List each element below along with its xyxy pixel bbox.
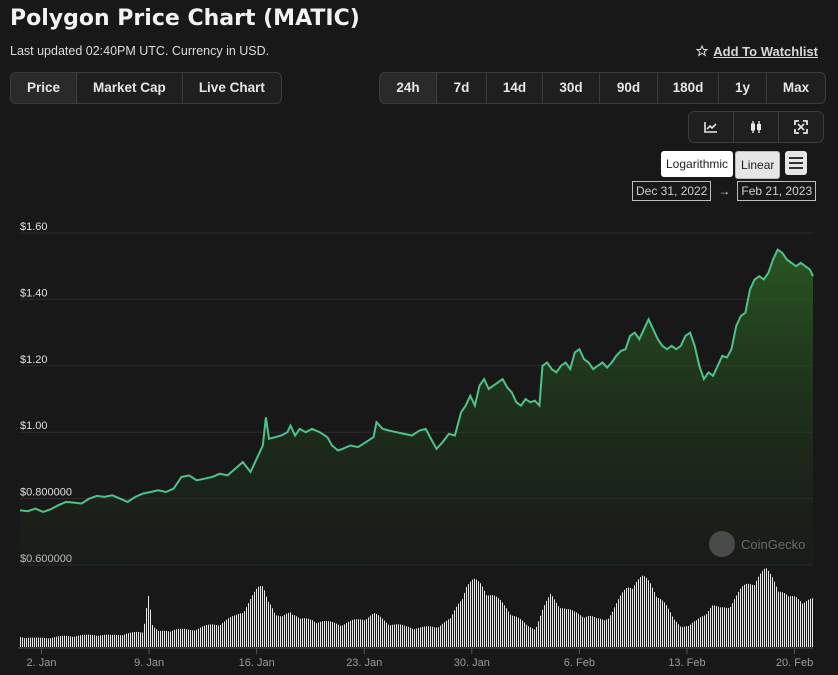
price-area	[20, 249, 813, 565]
chart-menu-button[interactable]	[785, 151, 808, 175]
add-to-watchlist-link[interactable]: Add To Watchlist	[696, 44, 818, 59]
y-tick-label: $0.800000	[20, 487, 72, 499]
linear-button[interactable]: Linear	[735, 151, 781, 179]
range-180d[interactable]: 180d	[658, 73, 719, 103]
scale-toggle: Logarithmic Linear	[661, 151, 808, 179]
date-to-input[interactable]: Feb 21, 2023	[737, 181, 817, 201]
x-tick-label: 23. Jan	[346, 657, 382, 669]
tab-live-chart[interactable]: Live Chart	[183, 73, 281, 103]
watermark-text: CoinGecko	[741, 536, 806, 552]
y-tick-label: $1.20	[20, 354, 48, 366]
view-tabs: Price Market Cap Live Chart	[10, 72, 282, 104]
y-tick-label: $1.40	[20, 287, 48, 299]
range-90d[interactable]: 90d	[600, 73, 658, 103]
range-1y[interactable]: 1y	[719, 73, 767, 103]
x-tick-label: 16. Jan	[239, 657, 275, 669]
star-icon	[696, 45, 709, 57]
fullscreen-button[interactable]	[779, 112, 823, 142]
date-from-input[interactable]: Dec 31, 2022	[632, 181, 712, 201]
line-chart-button[interactable]	[689, 112, 734, 142]
y-tick-label: $1.00	[20, 420, 48, 432]
y-tick-label: $1.60	[20, 221, 48, 233]
range-tabs: 24h 7d 14d 30d 90d 180d 1y Max	[379, 72, 826, 104]
x-tick-label: 9. Jan	[134, 657, 164, 669]
x-tick-label: 30. Jan	[454, 657, 490, 669]
line-chart-icon	[704, 122, 717, 133]
range-30d[interactable]: 30d	[543, 73, 600, 103]
x-tick-label: 13. Feb	[668, 657, 705, 669]
logarithmic-button[interactable]: Logarithmic	[661, 151, 734, 177]
price-chart[interactable]: $1.60$1.40$1.20$1.00$0.800000$0.600000 2…	[0, 215, 838, 675]
volume-bars	[20, 568, 813, 647]
watchlist-label: Add To Watchlist	[713, 44, 818, 59]
range-24h[interactable]: 24h	[380, 73, 437, 103]
coingecko-logo-icon	[709, 531, 735, 557]
candlestick-button[interactable]	[734, 112, 779, 142]
candlestick-icon	[751, 121, 761, 133]
page-title: Polygon Price Chart (MATIC)	[10, 6, 360, 31]
hamburger-icon	[789, 157, 804, 159]
coingecko-watermark: CoinGecko	[709, 531, 805, 557]
tab-market-cap[interactable]: Market Cap	[77, 73, 183, 103]
chart-type-buttons	[688, 111, 824, 143]
arrow-right-icon: →	[718, 184, 731, 198]
tab-price[interactable]: Price	[11, 73, 78, 103]
x-tick-label: 2. Jan	[27, 657, 57, 669]
fullscreen-icon	[794, 120, 808, 134]
date-range: Dec 31, 2022 → Feb 21, 2023	[632, 181, 817, 201]
range-14d[interactable]: 14d	[487, 73, 543, 103]
range-7d[interactable]: 7d	[437, 73, 487, 103]
x-tick-label: 20. Feb	[776, 657, 813, 669]
x-tick-label: 6. Feb	[564, 657, 595, 669]
last-updated-text: Last updated 02:40PM UTC. Currency in US…	[10, 44, 270, 58]
range-max[interactable]: Max	[767, 73, 825, 103]
